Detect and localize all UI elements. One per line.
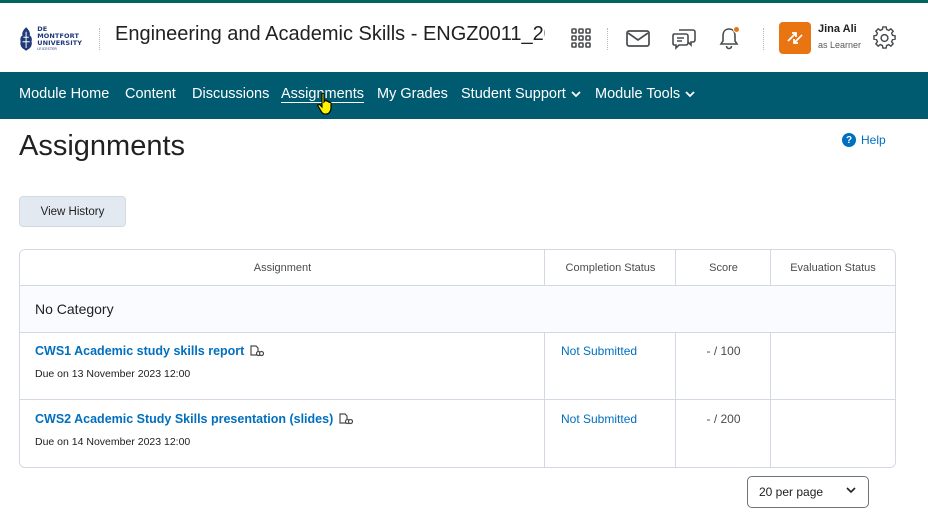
header: DE MONTFORT UNIVERSITY LEICESTER Enginee… bbox=[0, 3, 928, 72]
nav-module-tools[interactable]: Module Tools bbox=[595, 86, 695, 102]
assignments-table: Assignment Completion Status Score Evalu… bbox=[19, 249, 896, 468]
user-role: as Learner bbox=[818, 40, 862, 50]
column-divider bbox=[675, 333, 676, 467]
logo-crest-icon bbox=[20, 27, 32, 51]
completion-status-link[interactable]: Not Submitted bbox=[561, 412, 637, 426]
chevron-down-icon bbox=[685, 90, 695, 97]
column-divider bbox=[675, 250, 676, 286]
per-page-select[interactable]: 20 per page bbox=[747, 476, 869, 508]
user-name[interactable]: Jina Ali bbox=[818, 23, 857, 35]
due-date: Due on 13 November 2023 12:00 bbox=[35, 368, 191, 380]
assignment-link[interactable]: CWS1 Academic study skills report bbox=[35, 344, 265, 358]
header-separator bbox=[99, 28, 100, 50]
nav-content[interactable]: Content bbox=[125, 86, 176, 102]
column-header-score: Score bbox=[709, 262, 738, 274]
table-row: CWS2 Academic Study Skills presentation … bbox=[20, 401, 895, 467]
help-link[interactable]: ? Help bbox=[842, 133, 886, 147]
header-separator bbox=[607, 28, 608, 50]
logo-wordmark: DE MONTFORT UNIVERSITY LEICESTER bbox=[37, 25, 83, 52]
score-value: - / 200 bbox=[706, 412, 741, 426]
chevron-down-icon bbox=[846, 487, 856, 494]
avatar-arrows-icon bbox=[787, 32, 803, 44]
column-header-assignment: Assignment bbox=[253, 262, 312, 274]
nav-module-home[interactable]: Module Home bbox=[19, 86, 109, 102]
university-logo[interactable]: DE MONTFORT UNIVERSITY LEICESTER bbox=[18, 23, 86, 55]
category-label: No Category bbox=[35, 301, 114, 317]
table-header-row: Assignment Completion Status Score Evalu… bbox=[20, 250, 895, 286]
notification-dot bbox=[733, 26, 740, 33]
avatar[interactable] bbox=[779, 22, 811, 54]
category-row: No Category bbox=[20, 286, 895, 333]
nav-student-support[interactable]: Student Support bbox=[461, 86, 581, 102]
assignment-type-icon bbox=[339, 413, 354, 425]
chevron-down-icon bbox=[571, 90, 581, 97]
column-divider bbox=[544, 333, 545, 467]
nav-my-grades[interactable]: My Grades bbox=[377, 86, 448, 102]
page-title: Assignments bbox=[19, 130, 186, 162]
mail-icon[interactable] bbox=[624, 24, 652, 52]
column-header-completion-status: Completion Status bbox=[565, 262, 656, 274]
gear-icon[interactable] bbox=[871, 24, 899, 52]
module-navbar: Module Home Content Discussions Assignme… bbox=[0, 72, 928, 119]
bell-icon[interactable] bbox=[715, 24, 743, 52]
view-history-button[interactable]: View History bbox=[19, 196, 126, 227]
site-title[interactable]: Engineering and Academic Skills - ENGZ00… bbox=[115, 23, 545, 46]
hand-cursor-icon bbox=[317, 92, 332, 115]
waffle-icon[interactable] bbox=[567, 24, 595, 52]
nav-discussions[interactable]: Discussions bbox=[192, 86, 269, 102]
column-header-evaluation-status: Evaluation Status bbox=[790, 262, 876, 274]
due-date: Due on 14 November 2023 12:00 bbox=[35, 436, 191, 448]
help-icon: ? bbox=[842, 133, 856, 147]
assignment-type-icon bbox=[250, 345, 265, 357]
score-value: - / 100 bbox=[706, 344, 741, 358]
completion-status-link[interactable]: Not Submitted bbox=[561, 344, 637, 358]
assignment-link[interactable]: CWS2 Academic Study Skills presentation … bbox=[35, 412, 354, 426]
column-divider bbox=[770, 333, 771, 467]
column-divider bbox=[544, 250, 545, 286]
column-divider bbox=[770, 250, 771, 286]
chat-icon[interactable] bbox=[670, 24, 698, 52]
table-row: CWS1 Academic study skills report Due on… bbox=[20, 333, 895, 400]
header-separator bbox=[763, 28, 764, 50]
